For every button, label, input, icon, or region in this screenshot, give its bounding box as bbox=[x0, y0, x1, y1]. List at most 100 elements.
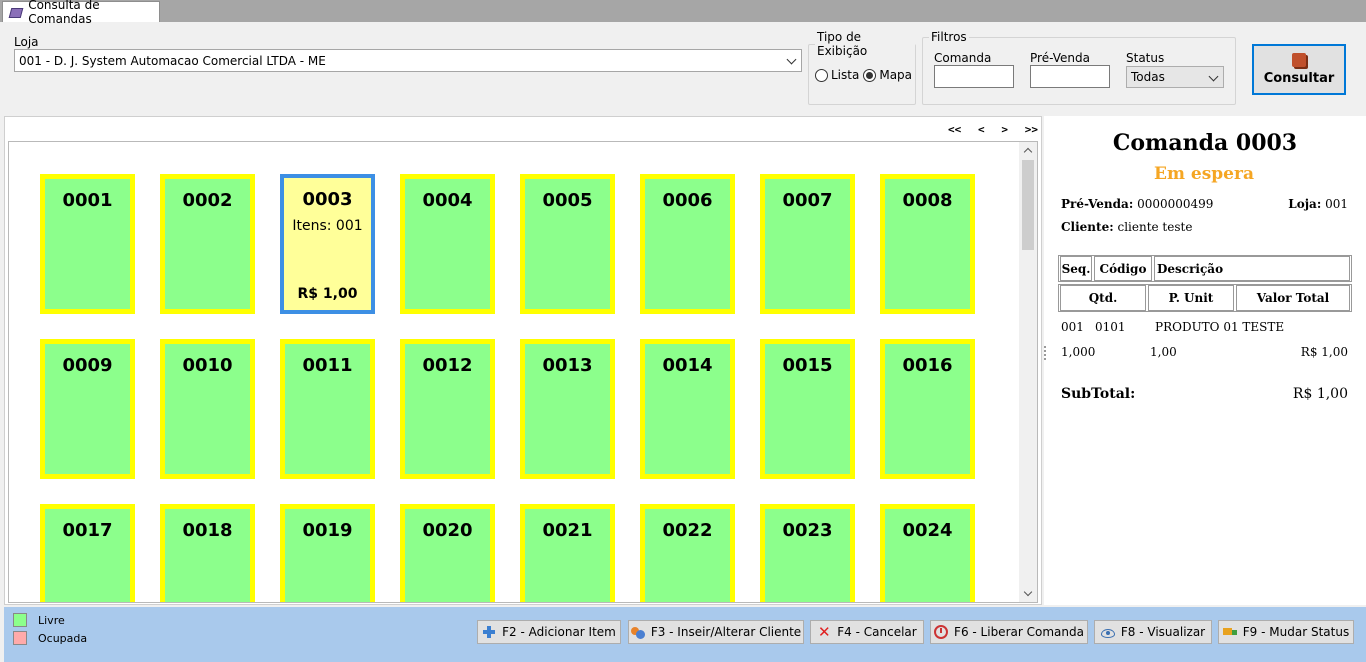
consultar-label: Consultar bbox=[1263, 71, 1335, 86]
comanda-number: 0002 bbox=[182, 190, 233, 211]
loja-label: Loja bbox=[14, 35, 39, 49]
loja-value: 001 - D. J. System Automacao Comercial L… bbox=[19, 53, 326, 68]
col-codigo: Código bbox=[1094, 256, 1152, 281]
comanda-card[interactable]: 0012 bbox=[400, 339, 495, 479]
tab-title: Consulta de Comandas bbox=[28, 0, 100, 26]
comanda-number: 0024 bbox=[902, 520, 953, 541]
prevenda-label: Pré-Venda bbox=[1030, 51, 1090, 65]
comanda-number: 0023 bbox=[782, 520, 833, 541]
item-qtd: 1,000 bbox=[1061, 345, 1096, 359]
comanda-card[interactable]: 0024 bbox=[880, 504, 975, 602]
visualizar-button[interactable]: F8 - Visualizar bbox=[1094, 620, 1212, 644]
comanda-card[interactable]: 0022 bbox=[640, 504, 735, 602]
book-icon bbox=[1292, 53, 1306, 67]
radio-mapa-circle bbox=[863, 68, 877, 82]
status-select[interactable]: Todas bbox=[1126, 66, 1224, 88]
prevenda-detail-label: Pré-Venda: bbox=[1061, 197, 1134, 211]
item-descricao: PRODUTO 01 TESTE bbox=[1155, 320, 1285, 334]
tab-consulta-comandas[interactable]: Consulta de Comandas bbox=[2, 0, 160, 26]
pager-next[interactable]: > bbox=[1001, 123, 1008, 137]
detail-cliente: Cliente: cliente teste bbox=[1061, 220, 1192, 234]
comanda-card[interactable]: 0023 bbox=[760, 504, 855, 602]
comanda-number: 0003 bbox=[302, 189, 353, 210]
comanda-map: 0001 0002 0003 Itens: 001 R$ 1,00 0004 0005 000… bbox=[8, 141, 1038, 603]
comanda-card[interactable]: 0016 bbox=[880, 339, 975, 479]
comanda-card[interactable]: 0015 bbox=[760, 339, 855, 479]
scroll-up-icon[interactable] bbox=[1023, 147, 1033, 157]
plus-icon bbox=[482, 625, 496, 639]
comanda-card[interactable]: 0005 bbox=[520, 174, 615, 314]
close-icon: ✕ bbox=[817, 623, 831, 641]
cancel-label: F4 - Cancelar bbox=[837, 625, 917, 639]
comanda-card[interactable]: 0009 bbox=[40, 339, 135, 479]
radio-lista-circle bbox=[815, 68, 828, 82]
comanda-number: 0014 bbox=[662, 355, 713, 376]
cancel-button[interactable]: ✕ F4 - Cancelar bbox=[810, 620, 924, 644]
prevenda-input[interactable] bbox=[1030, 65, 1110, 88]
filtros-label: Filtros bbox=[931, 30, 967, 44]
liberar-comanda-button[interactable]: F6 - Liberar Comanda bbox=[930, 620, 1088, 644]
comanda-card[interactable]: 0003 Itens: 001 R$ 1,00 bbox=[280, 174, 375, 314]
comanda-number: 0013 bbox=[542, 355, 593, 376]
item-punit: 1,00 bbox=[1150, 345, 1177, 359]
items-header-row-2: Qtd. P. Unit Valor Total bbox=[1058, 284, 1352, 312]
comanda-card[interactable]: 0017 bbox=[40, 504, 135, 602]
item-seq: 001 bbox=[1061, 320, 1084, 334]
comanda-number: 0019 bbox=[302, 520, 353, 541]
comanda-card[interactable]: 0011 bbox=[280, 339, 375, 479]
consultar-button[interactable]: Consultar bbox=[1252, 44, 1346, 95]
col-valortotal: Valor Total bbox=[1236, 285, 1350, 311]
comanda-card[interactable]: 0021 bbox=[520, 504, 615, 602]
comanda-number: 0020 bbox=[422, 520, 473, 541]
scroll-thumb[interactable] bbox=[1022, 160, 1034, 250]
comanda-card[interactable]: 0006 bbox=[640, 174, 735, 314]
comanda-card[interactable]: 0014 bbox=[640, 339, 735, 479]
comanda-number: 0009 bbox=[62, 355, 113, 376]
detail-status: Em espera bbox=[1154, 164, 1254, 184]
legend-ocupada-label: Ocupada bbox=[38, 632, 88, 645]
pager: << < > >> bbox=[948, 123, 1038, 137]
comanda-valor: R$ 1,00 bbox=[297, 286, 358, 302]
legend-livre-swatch bbox=[13, 613, 27, 627]
comanda-number: 0016 bbox=[902, 355, 953, 376]
change-client-button[interactable]: F3 - Inseir/Alterar Cliente bbox=[628, 620, 804, 644]
comanda-card[interactable]: 0007 bbox=[760, 174, 855, 314]
comanda-input[interactable] bbox=[934, 65, 1014, 88]
scroll-down-icon[interactable] bbox=[1023, 587, 1033, 597]
loja-select[interactable]: 001 - D. J. System Automacao Comercial L… bbox=[14, 49, 802, 72]
prevenda-detail-value: 0000000499 bbox=[1137, 197, 1214, 211]
comanda-card[interactable]: 0020 bbox=[400, 504, 495, 602]
comanda-itens: Itens: 001 bbox=[292, 218, 363, 234]
comanda-number: 0006 bbox=[662, 190, 713, 211]
status-value: Todas bbox=[1131, 70, 1165, 84]
comanda-card[interactable]: 0002 bbox=[160, 174, 255, 314]
radio-mapa[interactable]: Mapa bbox=[863, 68, 912, 82]
comanda-label: Comanda bbox=[934, 51, 992, 65]
comanda-card[interactable]: 0013 bbox=[520, 339, 615, 479]
mudar-status-button[interactable]: F9 - Mudar Status bbox=[1218, 620, 1354, 644]
radio-lista[interactable]: Lista bbox=[815, 68, 859, 82]
loja-detail-label: Loja: bbox=[1288, 197, 1322, 211]
comanda-number: 0017 bbox=[62, 520, 113, 541]
pager-last[interactable]: >> bbox=[1025, 123, 1038, 137]
pager-first[interactable]: << bbox=[948, 123, 961, 137]
radio-mapa-label: Mapa bbox=[879, 68, 913, 82]
comanda-number: 0007 bbox=[782, 190, 833, 211]
col-punit: P. Unit bbox=[1148, 285, 1234, 311]
printer-icon bbox=[9, 6, 22, 18]
comanda-card[interactable]: 0008 bbox=[880, 174, 975, 314]
comanda-card[interactable]: 0010 bbox=[160, 339, 255, 479]
comanda-card[interactable]: 0018 bbox=[160, 504, 255, 602]
comanda-card[interactable]: 0001 bbox=[40, 174, 135, 314]
tab-strip bbox=[0, 0, 1366, 22]
comanda-card[interactable]: 0019 bbox=[280, 504, 375, 602]
subtotal-label: SubTotal: bbox=[1061, 386, 1136, 402]
map-scrollbar[interactable] bbox=[1019, 142, 1037, 602]
detail-panel bbox=[1044, 116, 1366, 605]
radio-lista-label: Lista bbox=[831, 68, 860, 82]
comanda-card[interactable]: 0004 bbox=[400, 174, 495, 314]
pager-prev[interactable]: < bbox=[978, 123, 985, 137]
add-item-button[interactable]: F2 - Adicionar Item bbox=[477, 620, 621, 644]
splitter-handle[interactable] bbox=[1044, 346, 1046, 360]
mudar-status-label: F9 - Mudar Status bbox=[1242, 625, 1350, 639]
